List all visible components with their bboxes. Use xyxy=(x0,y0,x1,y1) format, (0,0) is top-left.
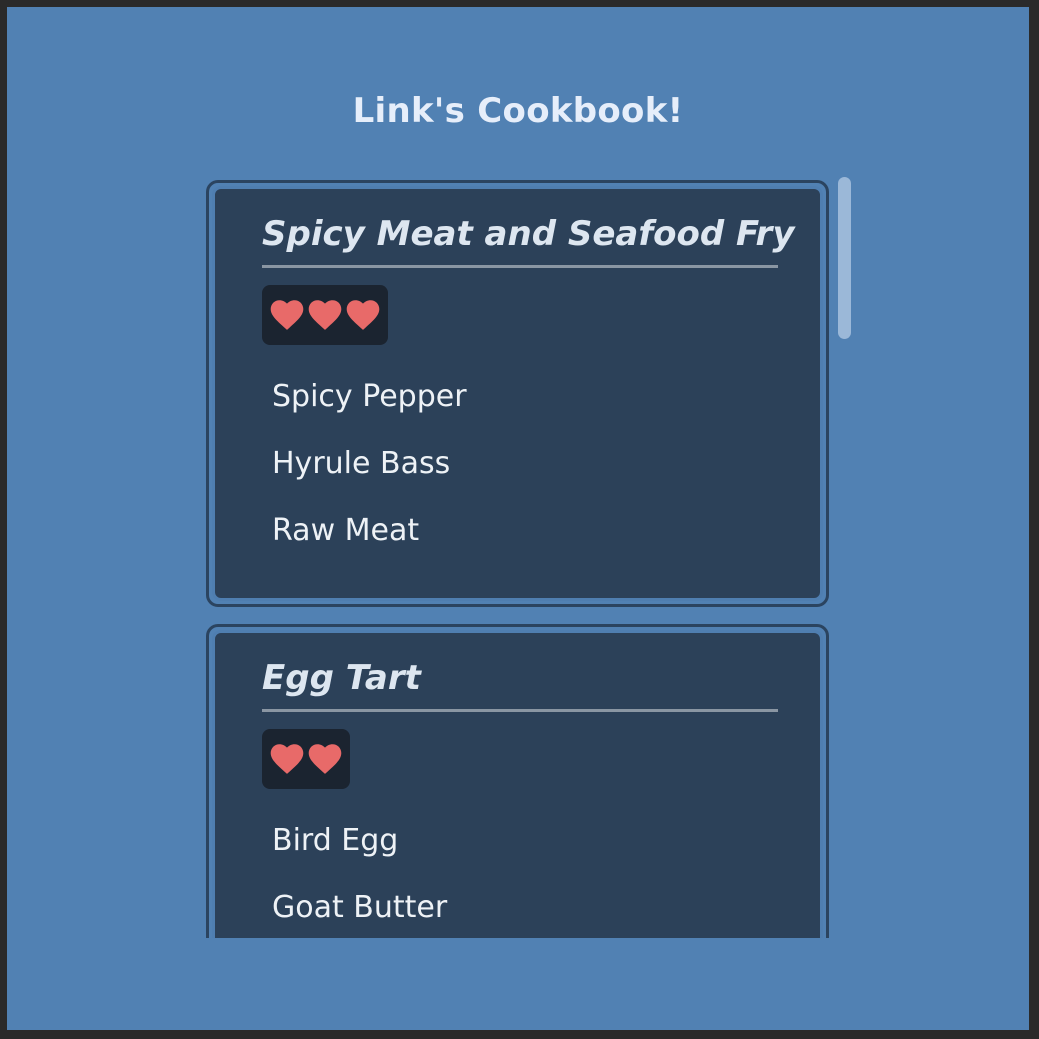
hearts-badge xyxy=(262,729,350,789)
recipe-name: Egg Tart xyxy=(262,658,421,698)
heart-icon xyxy=(308,300,342,330)
scrollbar-thumb[interactable] xyxy=(838,177,851,339)
ingredient-item: Hyrule Bass xyxy=(272,446,451,481)
hearts-badge xyxy=(262,285,388,345)
app-window: Link's Cookbook! Spicy Meat and Seafood … xyxy=(7,7,1029,1030)
page-title: Link's Cookbook! xyxy=(352,91,684,131)
recipe-divider xyxy=(262,265,778,268)
ingredient-item: Goat Butter xyxy=(272,890,448,925)
recipe-list[interactable]: Spicy Meat and Seafood Fry Spicy Pepper … xyxy=(206,180,862,938)
recipe-card-body: Egg Tart Bird Egg Goat Butter xyxy=(212,630,823,938)
ingredient-item: Bird Egg xyxy=(272,823,399,858)
ingredient-list: Bird Egg Goat Butter xyxy=(272,823,447,938)
recipe-divider xyxy=(262,709,778,712)
ingredient-item: Spicy Pepper xyxy=(272,379,467,414)
ingredient-list: Spicy Pepper Hyrule Bass Raw Meat xyxy=(272,379,467,580)
recipe-card[interactable]: Spicy Meat and Seafood Fry Spicy Pepper … xyxy=(206,180,829,607)
ingredient-item: Raw Meat xyxy=(272,513,420,548)
heart-icon xyxy=(270,744,304,774)
heart-icon xyxy=(270,300,304,330)
recipe-card-body: Spicy Meat and Seafood Fry Spicy Pepper … xyxy=(212,186,823,601)
heart-icon xyxy=(308,744,342,774)
recipe-card[interactable]: Egg Tart Bird Egg Goat Butter xyxy=(206,624,829,938)
heart-icon xyxy=(346,300,380,330)
recipe-name: Spicy Meat and Seafood Fry xyxy=(262,214,795,254)
